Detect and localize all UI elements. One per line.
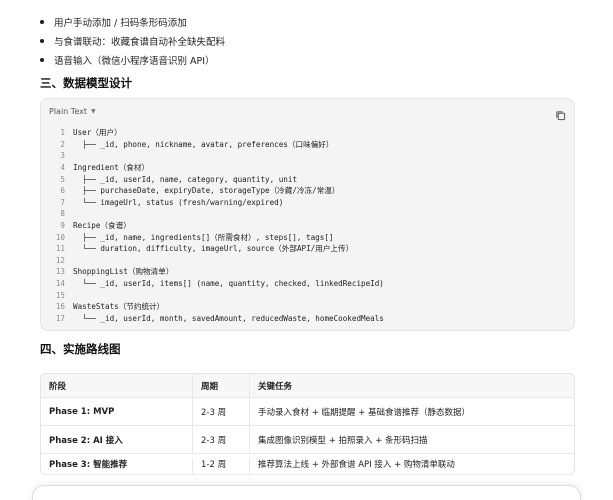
cell-phase: Phase 1: MVP	[41, 398, 193, 425]
code-line: 17 └── _id, userId, month, savedAmount, …	[49, 313, 566, 325]
cell-duration: 2-3 周	[193, 426, 250, 453]
table-header-row: 阶段 周期 关键任务	[41, 374, 574, 398]
cell-tasks: 手动录入食材 + 临期提醒 + 基础食谱推荐（静态数据）	[258, 407, 471, 418]
line-number: 16	[55, 302, 65, 312]
code-line: 15	[49, 289, 566, 301]
line-number: 14	[55, 279, 65, 289]
line-number: 7	[60, 197, 65, 207]
line-number: 13	[55, 267, 65, 277]
line-number: 11	[55, 244, 65, 254]
scroll-fade-overlay	[0, 470, 613, 486]
code-line: 10 ├── _id, name, ingredients[]（所需食材）, s…	[49, 231, 566, 243]
copy-icon[interactable]	[555, 106, 566, 120]
line-number: 12	[55, 255, 65, 265]
bullet-dot-icon	[40, 57, 44, 62]
code-text: Ingredient（食材）	[73, 163, 150, 173]
code-text: ├── _id, userId, name, category, quantit…	[73, 174, 298, 184]
column-header-tasks: 关键任务	[258, 381, 293, 392]
code-block-header: Plain Text ▼	[41, 99, 574, 123]
line-number: 10	[55, 232, 65, 242]
code-text: User（用户）	[73, 128, 122, 138]
table-row: Phase 2: AI 接入 2-3 周 集成图像识别模型 + 拍照录入 + 条…	[41, 426, 574, 454]
cell-phase: Phase 2: AI 接入	[41, 426, 193, 453]
code-line: 4 Ingredient（食材）	[49, 162, 566, 174]
language-selector[interactable]: Plain Text ▼	[49, 107, 96, 116]
code-line: 7 └── imageUrl, status (fresh/warning/ex…	[49, 197, 566, 209]
line-number: 1	[60, 128, 65, 138]
line-number: 9	[60, 221, 65, 231]
line-number: 6	[60, 186, 65, 196]
code-text: ├── _id, name, ingredients[]（所需食材）, step…	[73, 232, 334, 242]
list-item: 与食谱联动：收藏食谱自动补全缺失配料	[40, 31, 580, 50]
line-number: 4	[60, 163, 65, 173]
line-number: 15	[55, 290, 65, 300]
code-line: 9 Recipe（食谱）	[49, 220, 566, 232]
code-line: 5 ├── _id, userId, name, category, quant…	[49, 173, 566, 185]
language-label: Plain Text	[49, 106, 87, 116]
section-heading-data-model: 三、数据模型设计	[40, 76, 132, 90]
code-text: ShoppingList（购物清单）	[73, 267, 174, 277]
line-number: 5	[60, 174, 65, 184]
section-heading-roadmap: 四、实施路线图	[40, 342, 121, 356]
bullet-text: 语音输入（微信小程序语音识别 API）	[54, 55, 215, 67]
column-header-duration: 周期	[193, 374, 250, 397]
code-text: WasteStats（节约统计）	[73, 302, 165, 312]
code-line: 14 └── _id, userId, items[] (name, quant…	[49, 278, 566, 290]
cell-duration: 2-3 周	[193, 398, 250, 425]
code-text: ├── purchaseDate, expiryDate, storageTyp…	[73, 186, 340, 196]
feature-bullet-list: 用户手动添加 / 扫码条形码添加 与食谱联动：收藏食谱自动补全缺失配料 语音输入…	[40, 12, 580, 69]
bullet-dot-icon	[40, 38, 44, 43]
roadmap-table: 阶段 周期 关键任务 Phase 1: MVP 2-3 周 手动录入食材 + 临…	[40, 373, 575, 475]
code-line: 12	[49, 255, 566, 267]
line-number: 3	[60, 151, 65, 161]
code-line: 16 WasteStats（节约统计）	[49, 301, 566, 313]
code-content: 1 User（用户） 2 ├── _id, phone, nickname, ava…	[41, 123, 574, 324]
line-number: 2	[60, 139, 65, 149]
table-row: Phase 1: MVP 2-3 周 手动录入食材 + 临期提醒 + 基础食谱推…	[41, 398, 574, 426]
code-line: 2 ├── _id, phone, nickname, avatar, pref…	[49, 139, 566, 151]
bullet-text: 与食谱联动：收藏食谱自动补全缺失配料	[54, 36, 226, 48]
cell-tasks: 集成图像识别模型 + 拍照录入 + 条形码扫描	[258, 435, 428, 446]
code-text: └── _id, userId, month, savedAmount, red…	[73, 313, 384, 323]
list-item: 语音输入（微信小程序语音识别 API）	[40, 50, 580, 69]
bullet-dot-icon	[40, 19, 44, 24]
line-number: 8	[60, 209, 65, 219]
code-text: Recipe（食谱）	[73, 221, 131, 231]
code-text: ├── _id, phone, nickname, avatar, prefer…	[73, 139, 334, 149]
code-line: 3	[49, 150, 566, 162]
code-block: Plain Text ▼ 1 User（用户） 2 ├── _id, phone, …	[40, 98, 575, 331]
line-number: 17	[55, 313, 65, 323]
code-line: 13 ShoppingList（购物清单）	[49, 266, 566, 278]
chat-input-bar[interactable]	[32, 485, 581, 500]
code-line: 11 └── duration, difficulty, imageUrl, s…	[49, 243, 566, 255]
list-item: 用户手动添加 / 扫码条形码添加	[40, 12, 580, 31]
code-line: 1 User（用户）	[49, 127, 566, 139]
code-line: 6 ├── purchaseDate, expiryDate, storageT…	[49, 185, 566, 197]
bullet-text: 用户手动添加 / 扫码条形码添加	[54, 17, 187, 29]
column-header-phase: 阶段	[41, 374, 193, 397]
code-text: └── imageUrl, status (fresh/warning/expi…	[73, 197, 284, 207]
code-line: 8	[49, 208, 566, 220]
code-text: └── _id, userId, items[] (name, quantity…	[73, 279, 384, 289]
code-text: └── duration, difficulty, imageUrl, sour…	[73, 244, 354, 254]
chevron-down-icon: ▼	[90, 107, 96, 115]
